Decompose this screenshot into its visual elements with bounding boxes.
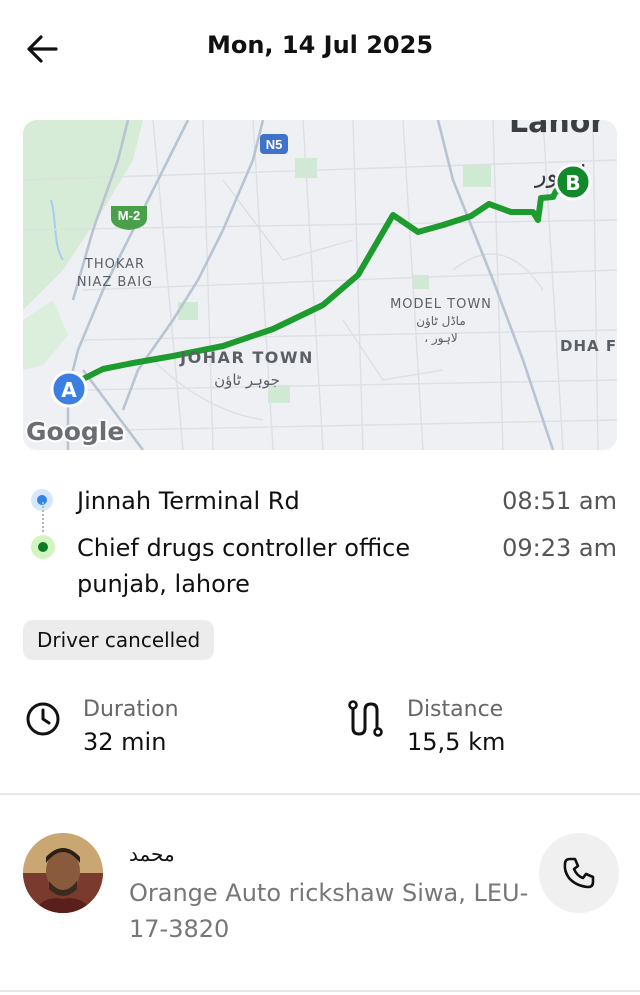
svg-text:M-2: M-2: [118, 208, 140, 223]
park: [178, 302, 198, 320]
vehicle-details: Orange Auto rickshaw Siwa, LEU-17-3820: [129, 879, 529, 943]
svg-text:B: B: [565, 171, 580, 195]
pickup-time: 08:51 am: [502, 487, 617, 515]
dropoff-time: 09:23 am: [502, 534, 617, 562]
dropoff-dot-icon: [31, 535, 55, 559]
bottom-divider: [0, 990, 640, 992]
distance-label: Distance: [407, 697, 504, 722]
route-icon: [348, 700, 383, 737]
map-label-niaz-baig: NIAZ BAIG: [77, 275, 153, 290]
dropoff-marker: B: [554, 163, 592, 201]
header: Mon, 14 Jul 2025: [0, 0, 640, 96]
phone-icon: [563, 857, 595, 889]
duration-label: Duration: [83, 697, 179, 722]
clock-icon: [26, 702, 60, 736]
map-label-model-town-urdu-2: ، لاہور: [424, 331, 458, 346]
distance-value: 15,5 km: [407, 728, 506, 756]
pickup-address: Jinnah Terminal Rd: [77, 487, 300, 515]
map-label-model-town-urdu: ماڈل ٹاؤن: [416, 314, 466, 329]
svg-text:N5: N5: [266, 137, 283, 152]
status-badge: Driver cancelled: [23, 620, 215, 660]
driver-avatar: [23, 833, 103, 913]
park: [463, 165, 491, 187]
map-label-johar-town: JOHAR TOWN: [179, 348, 314, 367]
driver-name: محمد: [129, 842, 175, 866]
map-label-thokar: THOKAR: [84, 257, 145, 272]
dropoff-address: Chief drugs controller office punjab, la…: [77, 534, 411, 598]
divider: [0, 793, 640, 795]
map-label-model-town: MODEL TOWN: [390, 297, 492, 312]
pickup-marker: A: [50, 370, 88, 408]
map-label-lahore: Lahor: [509, 120, 605, 140]
n5-road-shield: N5: [260, 134, 288, 154]
page-title: Mon, 14 Jul 2025: [206, 31, 434, 59]
svg-text:A: A: [61, 378, 77, 402]
duration-value: 32 min: [83, 728, 167, 756]
call-driver-button[interactable]: [539, 833, 619, 913]
stop-connector: [42, 502, 44, 532]
google-logo: Google: [26, 417, 124, 446]
map-label-johar-town-urdu: جوہر ٹاؤن: [214, 371, 280, 389]
route-map[interactable]: N5 M-2 THOKAR NIAZ BAIG JOHAR TOWN جوہر …: [23, 120, 617, 450]
map-label-dha: DHA F: [560, 337, 617, 355]
m2-road-shield: M-2: [111, 206, 147, 230]
